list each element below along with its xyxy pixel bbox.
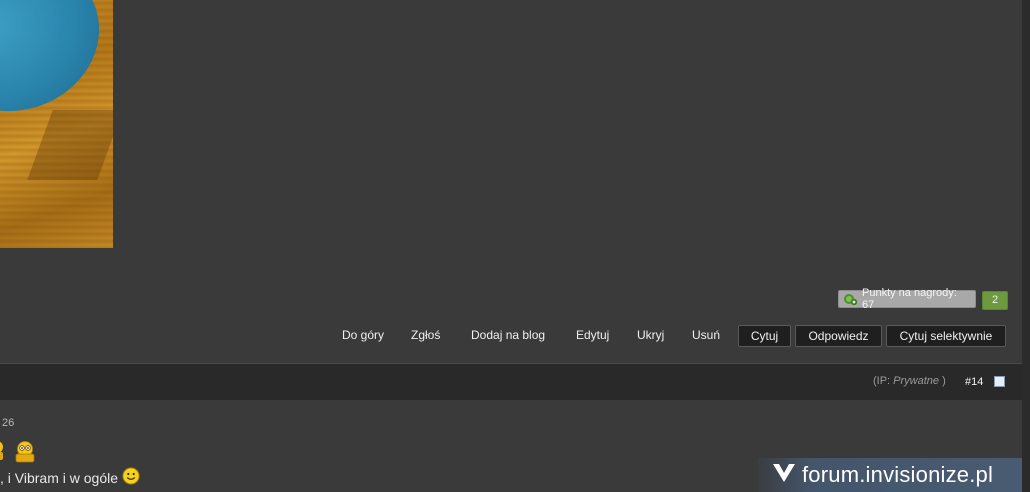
emoji-icon xyxy=(0,441,6,466)
reward-points-badge[interactable]: Punkty na nagrody: 67 xyxy=(838,287,976,311)
watermark-text: forum.invisionize.pl xyxy=(802,462,994,487)
scrollbar-track[interactable] xyxy=(1022,0,1030,492)
hide-link[interactable]: Ukryj xyxy=(637,328,664,342)
quote-button[interactable]: Cytuj xyxy=(738,325,791,347)
post-header-bar: (IP: Prywatne ) #14 xyxy=(0,363,1022,400)
post-select-checkbox[interactable] xyxy=(994,376,1005,387)
invisionize-logo-icon xyxy=(772,462,796,489)
post-text-content: , i Vibram i w ogóle xyxy=(0,469,119,486)
back-to-top-link[interactable]: Do góry xyxy=(342,328,384,342)
add-to-blog-link[interactable]: Dodaj na blog xyxy=(471,328,545,342)
edit-link[interactable]: Edytuj xyxy=(576,328,609,342)
reward-points-label: Punkty na nagrody: 67 xyxy=(862,287,957,311)
selective-quote-button[interactable]: Cytuj selektywnie xyxy=(886,325,1006,347)
ip-suffix: ) xyxy=(939,375,946,387)
post-text: , i Vibram i w ogóle xyxy=(0,467,140,488)
emoji-row xyxy=(0,441,60,463)
post-number-link[interactable]: #14 xyxy=(965,376,983,388)
image-shadow xyxy=(27,110,113,180)
post-date: 26 xyxy=(2,417,15,429)
ip-info: (IP: Prywatne ) xyxy=(873,375,946,387)
report-link[interactable]: Zgłoś xyxy=(411,328,440,342)
post-actions-bar: Do góry Zgłoś Dodaj na blog Edytuj Ukryj… xyxy=(0,325,1020,347)
post-attached-image[interactable] xyxy=(0,0,113,248)
reply-button[interactable]: Odpowiedz xyxy=(795,325,882,347)
ip-prefix: (IP: xyxy=(873,375,894,387)
smiley-icon xyxy=(122,467,140,488)
forum-watermark: forum.invisionize.pl xyxy=(758,458,1022,492)
reputation-count[interactable]: 2 xyxy=(982,291,1008,310)
delete-link[interactable]: Usuń xyxy=(692,328,720,342)
ip-value: Prywatne xyxy=(893,375,940,387)
reward-points-icon xyxy=(843,293,858,306)
emoji-icon xyxy=(13,441,37,468)
